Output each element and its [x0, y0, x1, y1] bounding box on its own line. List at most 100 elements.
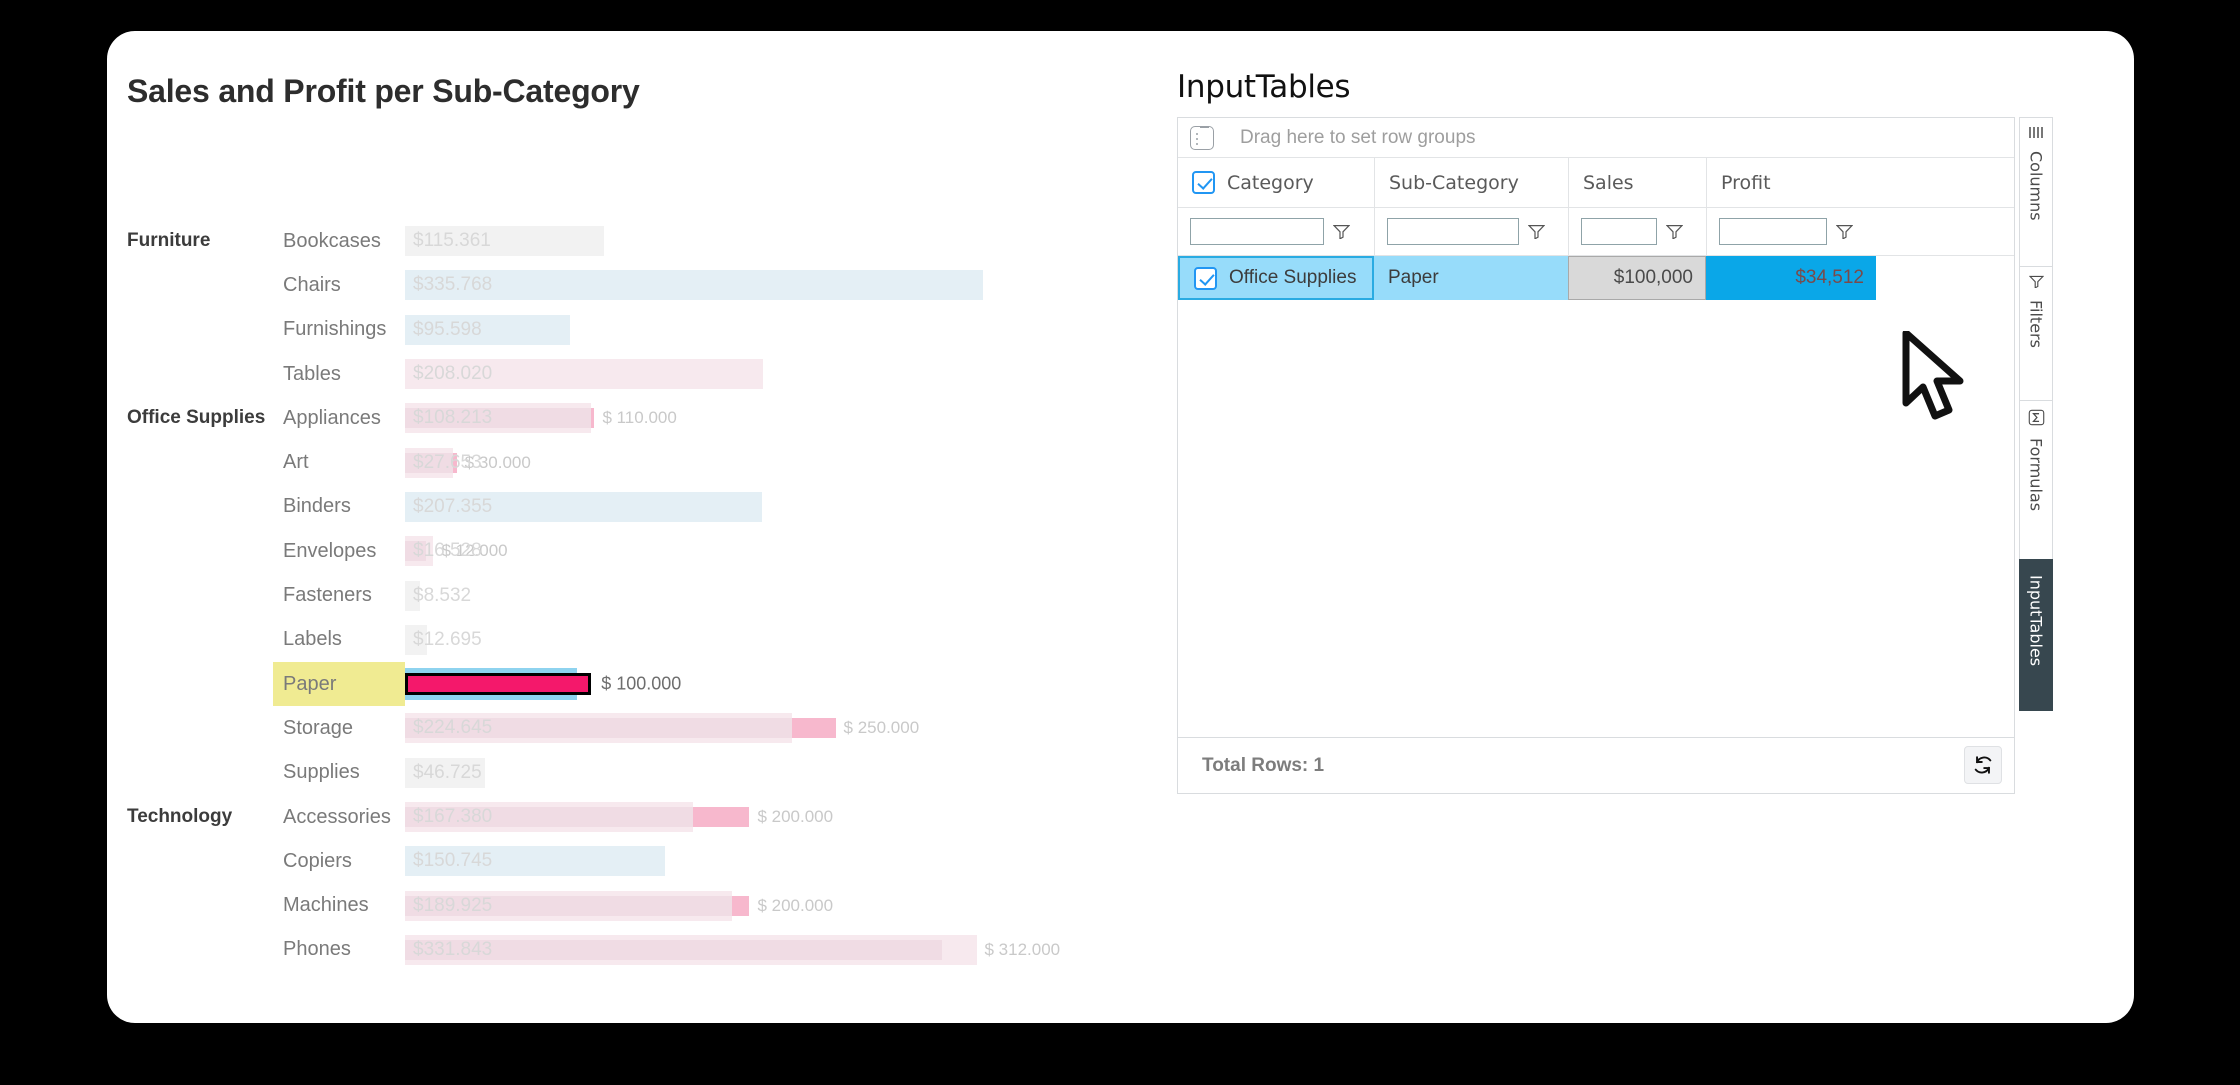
chart-subcategory-label: Chairs [283, 273, 341, 296]
chart-profit-bar-overlap [405, 718, 792, 739]
chart-target-label: $ 30.000 [464, 452, 531, 472]
cell-sub-category[interactable]: Paper [1374, 256, 1568, 300]
chart-subcategory-cell[interactable]: Binders [273, 485, 405, 529]
filter-cell [1568, 208, 1706, 255]
chart-row[interactable]: Furnishings $95.598 [107, 308, 1167, 352]
chart-subcategory-cell[interactable]: Chairs [273, 263, 405, 307]
chart-row[interactable]: Envelopes $ 12.000 $16.528 [107, 529, 1167, 573]
chart-subcategory-cell[interactable]: Bookcases [273, 219, 405, 263]
chart-title: Sales and Profit per Sub-Category [127, 73, 640, 109]
grid-empty-area [1178, 300, 2014, 737]
chart-subcategory-cell[interactable]: Copiers [273, 839, 405, 883]
chart-subcategory-label: Supplies [283, 761, 360, 784]
chart-row[interactable]: Furniture Bookcases $115.361 [107, 219, 1167, 263]
columns-icon [2028, 126, 2044, 144]
filter-input-profit[interactable] [1719, 218, 1827, 245]
tool-tab-label: Formulas [2026, 438, 2046, 512]
chart-row[interactable]: Labels $12.695 [107, 618, 1167, 662]
chart-subcategory-cell[interactable]: Storage [273, 706, 405, 750]
chart-row[interactable]: Machines $ 200.000 $189.925 [107, 883, 1167, 927]
column-header-sub-category[interactable]: Sub-Category [1374, 158, 1568, 207]
chart-profit-bar-selected [405, 673, 592, 696]
grid-panel: InputTables Drag here to set row groups … [1167, 31, 2134, 1023]
chart-subcategory-cell[interactable]: Furnishings [273, 308, 405, 352]
chart-subcategory-label: Accessories [283, 805, 391, 828]
tool-tab-filters[interactable]: Filters [2019, 266, 2053, 401]
chart-subcategory-label: Envelopes [283, 539, 377, 562]
chart-subcategory-cell[interactable]: Machines [273, 883, 405, 927]
cell-category[interactable]: Office Supplies [1178, 256, 1374, 300]
chart-subcategory-cell[interactable]: Tables [273, 352, 405, 396]
chart-plot-area: $46.725 [405, 751, 1167, 795]
cell-sales[interactable]: $100,000 [1568, 256, 1706, 300]
chart-row[interactable]: Fasteners $8.532 [107, 573, 1167, 617]
chart-row[interactable]: Technology Accessories $ 200.000 $167.380 [107, 795, 1167, 839]
filter-input-sub-category[interactable] [1387, 218, 1519, 245]
chart-sales-bar [405, 359, 764, 390]
chart-row[interactable]: Supplies $46.725 [107, 751, 1167, 795]
chart-row[interactable]: Copiers $150.745 [107, 839, 1167, 883]
funnel-icon[interactable] [1332, 224, 1351, 240]
funnel-icon[interactable] [1527, 224, 1546, 240]
column-header-profit[interactable]: Profit [1706, 158, 1876, 207]
funnel-icon[interactable] [1665, 224, 1684, 240]
chart-plot-area: $ 250.000 $224.645 [405, 706, 1167, 750]
chart-plot-area: $207.355 [405, 485, 1167, 529]
row-group-dropzone[interactable]: Drag here to set row groups [1178, 118, 2014, 158]
select-all-checkbox[interactable] [1192, 171, 1215, 194]
chart-row[interactable]: Office Supplies Appliances $ 110.000 $108.2… [107, 396, 1167, 440]
chart-subcategory-cell[interactable]: Phones [273, 928, 405, 972]
chart-row[interactable]: Art $ 30.000 $27.653 [107, 440, 1167, 484]
chart-subcategory-cell[interactable]: Art [273, 440, 405, 484]
chart-sales-bar [405, 624, 427, 655]
chart-plot-area: $ 100.000 [405, 662, 1167, 706]
chart-sales-bar [405, 491, 763, 522]
chart-category-label: Office Supplies [127, 407, 266, 429]
chart-subcategory-label: Machines [283, 894, 369, 917]
chart-sales-bar [405, 270, 984, 301]
chart-subcategory-cell[interactable]: Appliances [273, 396, 405, 440]
tool-tab-columns[interactable]: Columns [2019, 117, 2053, 267]
chart-row[interactable]: Binders $207.355 [107, 485, 1167, 529]
row-group-icon [1190, 125, 1214, 150]
chart-subcategory-label: Phones [283, 938, 351, 961]
refresh-button[interactable] [1964, 746, 2002, 784]
chart-subcategory-cell[interactable]: Accessories [273, 795, 405, 839]
chart-row[interactable]: Paper $ 100.000 [107, 661, 1167, 707]
tool-tab-label: Columns [2026, 151, 2046, 221]
chart-subcategory-cell[interactable]: Supplies [273, 751, 405, 795]
tool-tab-formulas[interactable]: Formulas [2019, 400, 2053, 560]
chart-subcategory-cell[interactable]: Fasteners [273, 573, 405, 617]
cell-category-text: Office Supplies [1229, 267, 1357, 288]
chart-plot-area: $ 312.000 $331.843 [405, 928, 1167, 972]
chart-profit-bar-overlap [405, 807, 694, 827]
filter-input-category[interactable] [1190, 218, 1324, 245]
chart-row[interactable]: Phones $ 312.000 $331.843 [107, 928, 1167, 972]
tool-tab-inputtables[interactable]: InputTables [2019, 559, 2053, 711]
chart-subcategory-label: Labels [283, 628, 342, 651]
chart-profit-bar-overlap [405, 541, 426, 562]
chart-row[interactable]: Tables $208.020 [107, 352, 1167, 396]
grid-header-row: Category Sub-Category Sales Profit [1178, 158, 2014, 208]
tool-tab-strip: Columns Filters Formulas InputTables [2019, 117, 2053, 738]
column-header-category[interactable]: Category [1178, 158, 1374, 207]
chart-target-label: $ 100.000 [601, 673, 682, 694]
chart-row[interactable]: Chairs $335.768 [107, 263, 1167, 307]
chart-target-label: $ 200.000 [757, 895, 834, 915]
chart-target-label: $ 200.000 [757, 807, 834, 826]
cell-sales-text: $100,000 [1613, 267, 1693, 288]
funnel-icon[interactable] [1835, 224, 1854, 240]
chart-target-label: $ 312.000 [984, 939, 1061, 959]
column-header-sales[interactable]: Sales [1568, 158, 1706, 207]
chart-sales-bar [405, 226, 604, 257]
filter-input-sales[interactable] [1581, 218, 1657, 245]
chart-panel: Sales and Profit per Sub-Category Furnit… [107, 31, 1167, 1023]
chart-subcategory-cell[interactable]: Labels [273, 618, 405, 662]
chart-row[interactable]: Storage $ 250.000 $224.645 [107, 706, 1167, 750]
row-checkbox[interactable] [1194, 266, 1217, 290]
table-row[interactable]: Office Supplies Paper $100,000 $34,512 [1178, 256, 2014, 300]
cell-profit[interactable]: $34,512 [1706, 256, 1876, 300]
chart-subcategory-cell[interactable]: Paper [273, 661, 405, 707]
chart-subcategory-cell[interactable]: Envelopes [273, 529, 405, 573]
chart-plot-area: $150.745 [405, 839, 1167, 883]
